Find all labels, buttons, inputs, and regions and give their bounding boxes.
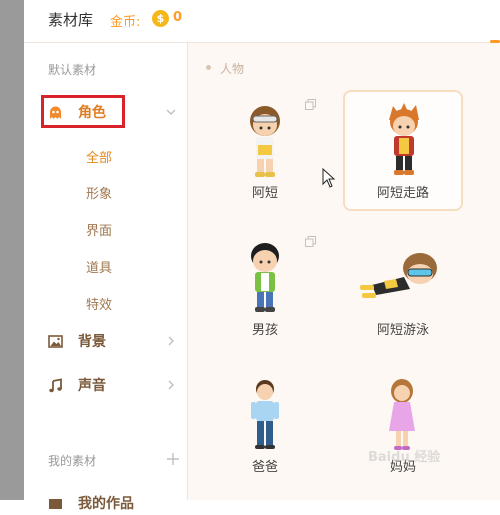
folder-icon (48, 496, 63, 511)
group-label: 人物 (220, 62, 245, 76)
my-works-label: 我的作品 (78, 496, 134, 512)
category-sound[interactable]: 声音 (48, 373, 106, 397)
asset-name: 阿短游泳 (376, 323, 429, 338)
asset-card[interactable]: 男孩 (206, 228, 324, 346)
category-background-label: 背景 (78, 334, 106, 350)
asset-card[interactable]: 阿短 (206, 91, 324, 209)
asset-card[interactable]: 阿短游泳 (343, 228, 463, 346)
character-adan-walking-image (389, 103, 419, 175)
header: 素材库 金币: $ 0 (24, 0, 500, 43)
character-adan-image (250, 106, 280, 177)
asset-card[interactable]: 妈妈 (343, 365, 463, 483)
character-mom-image (389, 379, 415, 450)
character-boy-image (251, 243, 279, 312)
default-materials-heading: 默认素材 (48, 63, 97, 77)
left-edge-bar (0, 0, 24, 500)
subcategory-all[interactable]: 全部 (86, 147, 112, 166)
asset-name: 男孩 (251, 323, 278, 338)
music-note-icon (48, 377, 63, 393)
my-works-item[interactable]: 我的作品 (48, 491, 134, 515)
app-title: 素材库 (48, 11, 94, 29)
character-adan-swimming-image (360, 253, 437, 298)
content-area: 人物 阿短 阿短走路 男孩 阿短游泳 爸爸 妈妈 (188, 43, 500, 500)
sidebar: 默认素材 角色 全部 形象 界面 道具 特效 背景 声音 我的素材 我的作品 (24, 43, 188, 512)
asset-card[interactable]: 爸爸 (206, 365, 324, 483)
watermark: Baidu 经验 (368, 450, 441, 465)
coin-label: 金币: (110, 15, 141, 30)
group-dot (206, 65, 211, 70)
multi-frame-icon (305, 236, 316, 247)
subcategory-figures[interactable]: 形象 (86, 183, 112, 202)
character-dad-image (251, 380, 279, 449)
coin-icon: $ (152, 10, 169, 27)
image-icon (48, 334, 63, 349)
add-icon[interactable] (166, 452, 180, 466)
multi-frame-icon (305, 99, 316, 110)
asset-name: 阿短走路 (376, 186, 429, 201)
category-sound-label: 声音 (78, 378, 106, 394)
chevron-down-icon[interactable] (164, 105, 178, 119)
category-background[interactable]: 背景 (48, 329, 106, 353)
asset-card-selected[interactable]: 阿短走路 (343, 90, 463, 211)
subcategory-effects[interactable]: 特效 (86, 294, 112, 313)
coin-count: 0 (173, 10, 183, 25)
chevron-right-icon[interactable] (164, 378, 178, 392)
subcategory-interface[interactable]: 界面 (86, 220, 112, 239)
asset-name: 爸爸 (251, 460, 278, 475)
highlight-box (41, 95, 125, 128)
chevron-right-icon[interactable] (164, 334, 178, 348)
mouse-cursor-icon (322, 168, 336, 188)
asset-name: 阿短 (251, 186, 278, 201)
my-materials-heading: 我的素材 (48, 454, 97, 468)
subcategory-props[interactable]: 道具 (86, 257, 112, 276)
